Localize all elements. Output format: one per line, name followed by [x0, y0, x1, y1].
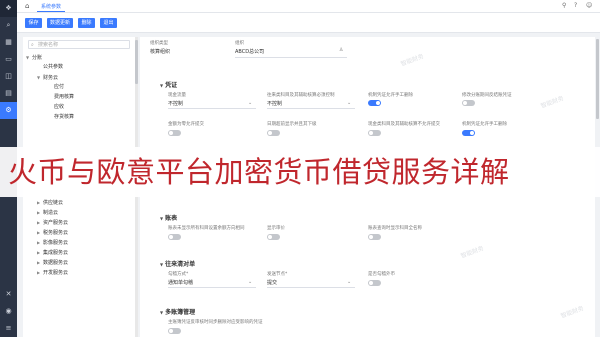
caret-down-icon: ▼	[160, 216, 164, 221]
chevron-down-icon[interactable]: ⌄	[347, 100, 351, 106]
save-button[interactable]: 保存	[25, 18, 42, 28]
app-logo-icon: ❖	[0, 0, 17, 17]
title-banner: 火币与欧意平台加密货币借贷服务详解	[0, 147, 600, 197]
toggle-switch[interactable]	[168, 130, 181, 136]
toggle-switch[interactable]	[368, 234, 381, 240]
search-icon: ⌕	[31, 42, 34, 48]
toggle-label: 金额为零允许提交	[168, 122, 204, 127]
cash-flow-select[interactable]: 不控制	[168, 100, 183, 107]
watermark-text: 智能财务	[559, 305, 585, 320]
tree-node[interactable]: ▼ 财务云	[37, 73, 58, 82]
toggle-label: 显示审价	[267, 226, 285, 231]
toggle-label: 是否勾稽外币	[368, 272, 395, 277]
account-control-label: 往来类科目及其辅助核算必须控制	[267, 93, 335, 98]
org-picker-icon[interactable]: ♙	[339, 47, 343, 53]
tree-node[interactable]: ▶ 资产服务云	[37, 218, 68, 227]
nav-settings-icon[interactable]: ⚙	[0, 102, 17, 119]
send-node-label: 发送节点*	[267, 272, 288, 277]
tree-node[interactable]: ▶ 制造云	[37, 208, 58, 217]
org-value[interactable]: ABCD总公司	[235, 48, 264, 55]
caret-down-icon: ▼	[160, 310, 164, 315]
tree-search-input[interactable]: ⌕ 搜索名称	[28, 40, 130, 49]
toggle-label: 修改分账期间反结账凭证	[462, 93, 512, 98]
section-ledger-title[interactable]: ▼ 账表	[160, 213, 177, 222]
tree-node[interactable]: 费用核算	[48, 93, 74, 102]
org-type-label: 组织类型	[150, 41, 168, 46]
watermark-text: 智能财务	[399, 53, 425, 68]
tab-system-params[interactable]: 系统参数	[37, 3, 66, 12]
tree-node[interactable]: ▶ 影像服务云	[37, 238, 68, 247]
banner-title: 火币与欧意平台加密货币借贷服务详解	[8, 155, 510, 189]
toggle-label: 现金类科目及其辅助核算不允许提交	[368, 122, 440, 127]
location-icon[interactable]: ⚲	[562, 2, 566, 9]
org-label: 组织	[235, 41, 244, 46]
user-avatar-icon[interactable]: ☺	[586, 2, 592, 9]
toggle-switch[interactable]	[267, 130, 280, 136]
tree-node[interactable]: ▶ 开发服务云	[37, 268, 68, 277]
tree-node[interactable]: 公共参数	[37, 63, 63, 72]
caret-down-icon: ▼	[160, 83, 164, 88]
chevron-down-icon[interactable]: ⌄	[347, 279, 351, 285]
toggle-switch[interactable]	[168, 234, 181, 240]
toggle-switch[interactable]	[368, 130, 381, 136]
toggle-label: 主账簿凭证反审核时同步删除对应受影响的凭证	[168, 320, 263, 325]
toolbar: 保存 数据更新 删除 退出	[17, 13, 600, 33]
toggle-label: 账表未显示所有科目设置余额方向相同	[168, 226, 245, 231]
nav-chart-icon[interactable]: ◫	[0, 68, 17, 85]
toggle-switch[interactable]	[368, 100, 381, 106]
home-icon[interactable]: ⌂	[25, 2, 29, 10]
tree-node[interactable]: 应付	[48, 83, 64, 92]
exit-button[interactable]: 退出	[100, 18, 117, 28]
toggle-switch[interactable]	[168, 328, 181, 334]
nav-close-icon[interactable]: ✕	[0, 286, 17, 303]
watermark-text: 智能财务	[459, 245, 485, 260]
nav-user-icon[interactable]: ◉	[0, 303, 17, 320]
section-multibook-title[interactable]: ▼ 多账簿管理	[160, 307, 195, 316]
send-node-select[interactable]: 提交	[267, 279, 277, 286]
nav-menu-icon[interactable]: ≡	[0, 320, 17, 337]
toggle-switch[interactable]	[368, 280, 381, 286]
section-recon-title[interactable]: ▼ 往来清对单	[160, 259, 195, 268]
account-control-select[interactable]: 不控制	[267, 100, 282, 107]
tree-node[interactable]: 存货核算	[48, 113, 74, 122]
search-icon[interactable]: ⌕	[0, 17, 17, 34]
tree-node[interactable]: ▼ 分账	[26, 53, 42, 62]
toggle-switch[interactable]	[462, 100, 475, 106]
caret-down-icon: ▼	[160, 262, 164, 267]
cash-flow-label: 现金流量	[168, 93, 186, 98]
toggle-label: 账表查询时显示科目全名称	[368, 226, 422, 231]
section-voucher-title[interactable]: ▼ 凭证	[160, 80, 177, 89]
delete-button[interactable]: 删除	[78, 18, 95, 28]
recon-method-select[interactable]: 通知单勾稽	[168, 279, 193, 286]
tree-node[interactable]: ▶ 供应链云	[37, 198, 63, 207]
recon-method-label: 勾稽方式*	[168, 272, 189, 277]
chevron-down-icon[interactable]: ⌄	[248, 100, 252, 106]
toggle-switch[interactable]	[462, 130, 475, 136]
toggle-switch[interactable]	[267, 234, 280, 240]
tree-node[interactable]: ▶ 数据服务云	[37, 258, 68, 267]
watermark-text: 智能财务	[539, 95, 565, 110]
toggle-label: 机制凭证允许手工删除	[462, 122, 507, 127]
tree-node[interactable]: 应收	[48, 103, 64, 112]
tree-node[interactable]: ▶ 税务服务云	[37, 228, 68, 237]
toggle-label: 日期超前显示并且其下级	[267, 122, 317, 127]
chevron-down-icon[interactable]: ⌄	[248, 279, 252, 285]
top-bar: ⌂ 系统参数 ⚲ ? ☺	[17, 0, 600, 13]
tree-search-placeholder: 搜索名称	[38, 42, 59, 48]
org-type-value: 核算组织	[150, 49, 171, 55]
nav-calendar-icon[interactable]: ▤	[0, 85, 17, 102]
nav-folder-icon[interactable]: ▭	[0, 51, 17, 68]
tree-node[interactable]: ▶ 集成服务云	[37, 248, 68, 257]
nav-apps-icon[interactable]: ▦	[0, 34, 17, 51]
toggle-label: 机制凭证允许手工删除	[368, 93, 413, 98]
help-icon[interactable]: ?	[574, 2, 577, 9]
data-update-button[interactable]: 数据更新	[47, 18, 73, 28]
